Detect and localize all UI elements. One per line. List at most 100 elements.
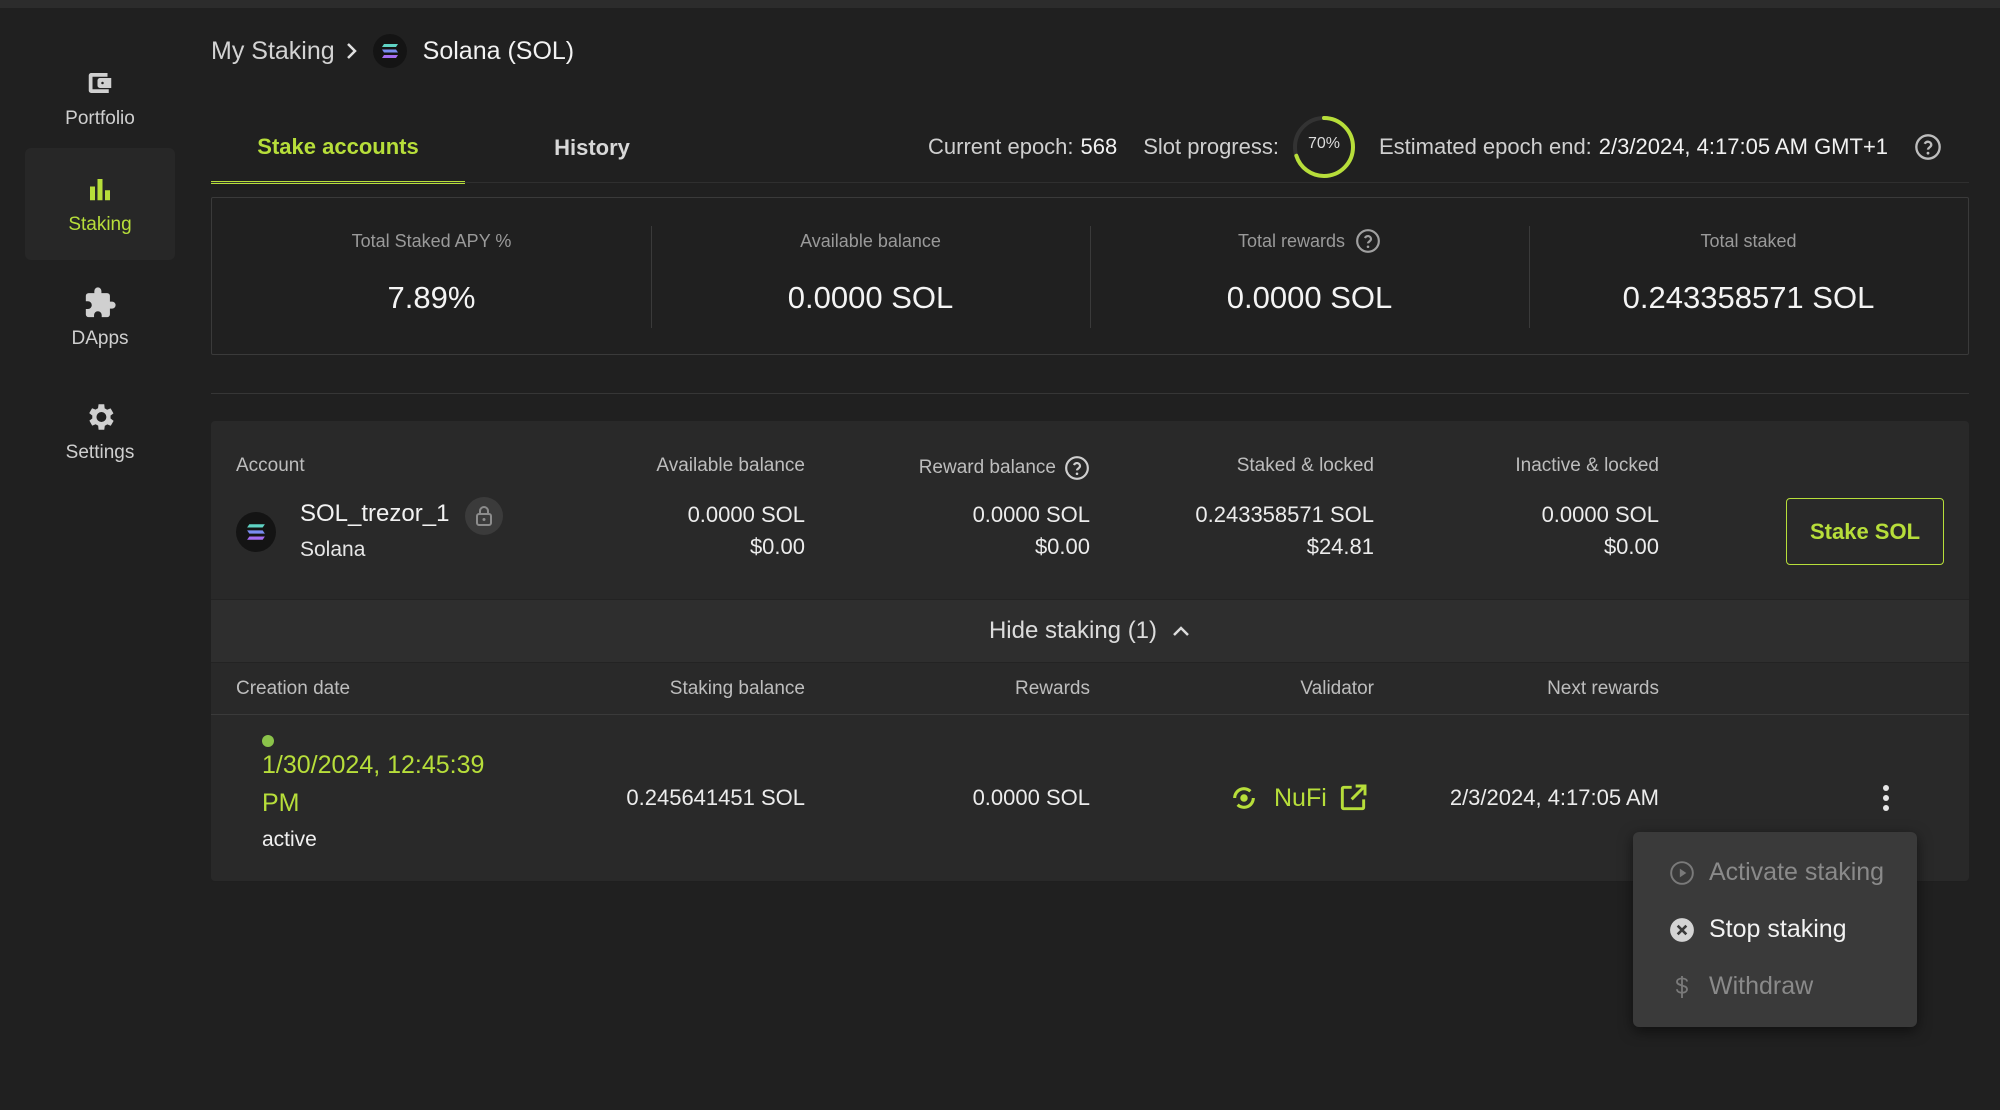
staked-sol: 0.243358571 SOL	[1195, 502, 1374, 527]
tabs-divider	[211, 182, 1969, 183]
account-name: SOL_trezor_1	[300, 500, 450, 527]
summary-available-value: 0.0000 SOL	[787, 280, 954, 315]
slot-progress-percent: 70%	[1307, 135, 1340, 152]
summary-apy: Total Staked APY % 7.89%	[212, 198, 651, 354]
validator-logo-icon	[1230, 784, 1258, 812]
available-usd: $0.00	[749, 534, 805, 559]
epoch-end-value: 2/3/2024, 4:17:05 AM GMT+1	[1598, 134, 1889, 159]
wallet-icon	[83, 66, 117, 100]
reward-usd: $0.00	[1034, 534, 1090, 559]
sidebar-item-settings[interactable]: Settings	[25, 376, 175, 488]
summary-apy-value: 7.89%	[387, 280, 476, 315]
external-link-icon[interactable]	[1337, 782, 1369, 814]
help-circle-icon[interactable]	[1064, 455, 1090, 481]
epoch-end-label: Estimated epoch end:	[1378, 134, 1592, 159]
col-header-next-rewards: Next rewards	[1547, 678, 1659, 699]
menu-item-stop-staking[interactable]: Stop staking	[1633, 901, 1917, 958]
account-reward: 0.0000 SOL $0.00	[880, 499, 1090, 563]
validator: NuFi	[1230, 777, 1369, 819]
solana-logo-icon	[372, 34, 407, 68]
window-top-bar	[0, 0, 2000, 8]
stake-balance: 0.245641451 SOL	[626, 785, 805, 810]
menu-item-withdraw[interactable]: Withdraw	[1633, 958, 1917, 1015]
sidebar-item-dapps[interactable]: DApps	[25, 262, 175, 374]
solana-logo-icon	[236, 512, 276, 552]
help-circle-icon[interactable]	[1914, 133, 1942, 161]
gear-icon	[83, 400, 117, 434]
col-header-reward-label: Reward balance	[918, 457, 1056, 478]
sidebar-item-label: DApps	[71, 328, 129, 349]
chevron-up-icon	[1171, 624, 1191, 638]
summary-staked-value: 0.243358571 SOL	[1622, 280, 1875, 315]
section-divider	[211, 393, 1969, 394]
col-header-reward: Reward balance	[880, 455, 1090, 481]
epoch-info: Current epoch: 568 Slot progress: 70% Es…	[928, 116, 1942, 178]
summary-rewards-value: 0.0000 SOL	[1226, 280, 1393, 315]
stake-sol-button[interactable]: Stake SOL	[1786, 498, 1944, 565]
hide-staking-label: Hide staking (1)	[988, 617, 1158, 644]
summary-rewards-label: Total rewards	[1237, 230, 1346, 251]
table-divider	[211, 714, 1969, 715]
lock-icon[interactable]	[465, 497, 503, 535]
bar-chart-icon	[83, 172, 117, 206]
sidebar-item-label: Staking	[68, 214, 132, 235]
breadcrumb-my-staking[interactable]: My Staking	[211, 37, 335, 66]
current-epoch-label: Current epoch:	[928, 134, 1074, 159]
col-header-available: Available balance	[656, 455, 805, 476]
account-staked: 0.243358571 SOL $24.81	[1140, 499, 1374, 563]
breadcrumb-current: Solana (SOL)	[422, 36, 575, 65]
summary-rewards: Total rewards 0.0000 SOL	[1090, 198, 1529, 354]
stake-creation-date: 1/30/2024, 12:45:39 PM	[262, 751, 485, 817]
tab-stake-accounts[interactable]: Stake accounts	[211, 112, 465, 184]
stake-status: active	[262, 828, 317, 851]
sidebar: Portfolio Staking DApps Settings	[0, 8, 200, 1110]
available-sol: 0.0000 SOL	[687, 502, 805, 527]
help-circle-icon[interactable]	[1355, 228, 1381, 254]
dollar-icon	[1669, 974, 1695, 1000]
tab-history[interactable]: History	[514, 112, 670, 184]
summary-staked-label: Total staked	[1700, 230, 1797, 251]
hide-staking-toggle[interactable]: Hide staking (1)	[211, 599, 1969, 663]
menu-item-label: Withdraw	[1709, 972, 1814, 1000]
reward-sol: 0.0000 SOL	[972, 502, 1090, 527]
col-header-account: Account	[236, 455, 305, 476]
cancel-circle-icon	[1669, 917, 1695, 943]
slot-progress-ring: 70%	[1291, 114, 1357, 180]
account-network: Solana	[300, 538, 366, 561]
sidebar-item-label: Portfolio	[65, 108, 135, 129]
col-header-inactive: Inactive & locked	[1515, 455, 1659, 476]
col-header-creation-date: Creation date	[236, 678, 351, 699]
summary-rewards-label-wrap: Total rewards	[1238, 228, 1381, 254]
play-circle-icon	[1669, 860, 1695, 886]
staking-actions-menu: Activate staking Stop staking Withdraw	[1633, 832, 1917, 1027]
account-available: 0.0000 SOL $0.00	[605, 499, 805, 563]
puzzle-icon	[83, 286, 117, 320]
account-inactive: 0.0000 SOL $0.00	[1440, 499, 1659, 563]
menu-item-label: Activate staking	[1709, 858, 1885, 886]
sidebar-item-label: Settings	[65, 442, 135, 463]
inactive-sol: 0.0000 SOL	[1541, 502, 1659, 527]
sidebar-item-staking[interactable]: Staking	[25, 148, 175, 260]
stake-next-rewards: 2/3/2024, 4:17:05 AM	[1449, 785, 1659, 810]
summary-apy-label: Total Staked APY %	[351, 230, 512, 251]
col-header-validator: Validator	[1300, 678, 1374, 699]
more-vertical-icon[interactable]	[1870, 778, 1902, 818]
summary-available: Available balance 0.0000 SOL	[651, 198, 1090, 354]
summary-available-label: Available balance	[800, 230, 941, 251]
staking-summary: Total Staked APY % 7.89% Available balan…	[211, 197, 1969, 355]
current-epoch-value: 568	[1080, 134, 1118, 159]
col-header-staked: Staked & locked	[1236, 455, 1374, 476]
menu-item-label: Stop staking	[1709, 915, 1847, 943]
chevron-right-icon	[345, 41, 359, 61]
summary-staked: Total staked 0.243358571 SOL	[1529, 198, 1968, 354]
stake-rewards: 0.0000 SOL	[972, 785, 1090, 810]
inactive-usd: $0.00	[1603, 534, 1659, 559]
slot-progress-label: Slot progress:	[1143, 134, 1279, 159]
staked-usd: $24.81	[1306, 534, 1374, 559]
col-header-staking-balance: Staking balance	[669, 678, 805, 699]
validator-name[interactable]: NuFi	[1274, 784, 1327, 813]
breadcrumb: My Staking Solana (SOL)	[211, 32, 574, 70]
col-header-rewards: Rewards	[1015, 678, 1090, 699]
sidebar-item-portfolio[interactable]: Portfolio	[25, 42, 175, 154]
menu-item-activate-staking[interactable]: Activate staking	[1633, 844, 1917, 901]
